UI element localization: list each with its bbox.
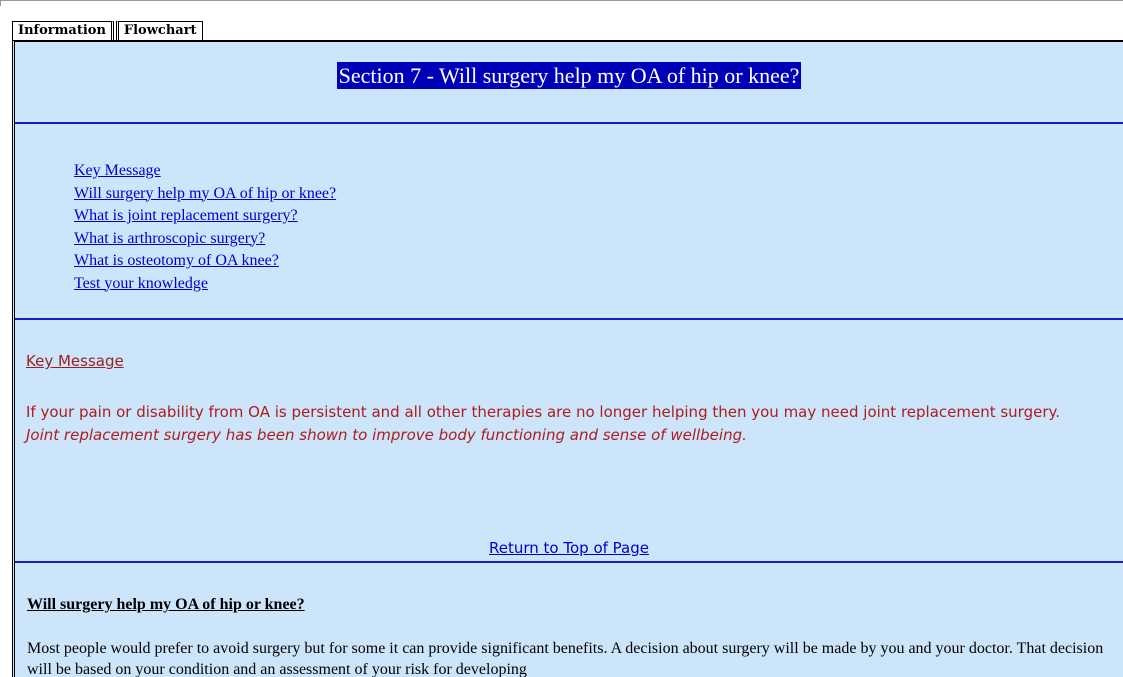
toc-link-test-knowledge[interactable]: Test your knowledge xyxy=(74,275,208,292)
section-title: Section 7 - Will surgery help my OA of h… xyxy=(336,62,802,89)
toc-link-osteotomy[interactable]: What is osteotomy of OA knee? xyxy=(74,252,279,269)
window-top-edge xyxy=(0,0,1123,6)
will-surgery-paragraph: Most people would prefer to avoid surger… xyxy=(27,640,1104,677)
toc-item: Key Message xyxy=(74,160,336,183)
content-panel[interactable]: Section 7 - Will surgery help my OA of h… xyxy=(12,40,1123,677)
title-container: Section 7 - Will surgery help my OA of h… xyxy=(15,62,1123,89)
return-to-top-link[interactable]: Return to Top of Page xyxy=(15,539,1123,557)
divider xyxy=(15,561,1123,563)
key-message-italic: Joint replacement surgery has been shown… xyxy=(26,426,747,444)
app-window: Information Flowchart Section 7 - Will s… xyxy=(0,0,1123,677)
tab-flowchart[interactable]: Flowchart xyxy=(115,21,203,40)
toc-item: Test your knowledge xyxy=(74,273,336,296)
will-surgery-heading[interactable]: Will surgery help my OA of hip or knee? xyxy=(27,596,305,614)
toc-link-will-surgery-help[interactable]: Will surgery help my OA of hip or knee? xyxy=(74,185,336,202)
toc-item: What is joint replacement surgery? xyxy=(74,205,336,228)
toc-item: Will surgery help my OA of hip or knee? xyxy=(74,183,336,206)
table-of-contents: Key Message Will surgery help my OA of h… xyxy=(74,160,336,295)
key-message-body: If your pain or disability from OA is pe… xyxy=(26,403,1061,421)
tab-information[interactable]: Information xyxy=(12,21,114,40)
toc-item: What is arthroscopic surgery? xyxy=(74,228,336,251)
divider xyxy=(15,318,1123,320)
key-message-text: If your pain or disability from OA is pe… xyxy=(26,401,1106,447)
tab-bar: Information Flowchart xyxy=(12,16,203,40)
divider xyxy=(15,122,1123,124)
toc-link-arthroscopic-surgery[interactable]: What is arthroscopic surgery? xyxy=(74,230,265,247)
toc-item: What is osteotomy of OA knee? xyxy=(74,250,336,273)
toc-link-key-message[interactable]: Key Message xyxy=(74,162,161,179)
key-message-heading[interactable]: Key Message xyxy=(26,352,124,370)
toc-link-joint-replacement[interactable]: What is joint replacement surgery? xyxy=(74,207,298,224)
